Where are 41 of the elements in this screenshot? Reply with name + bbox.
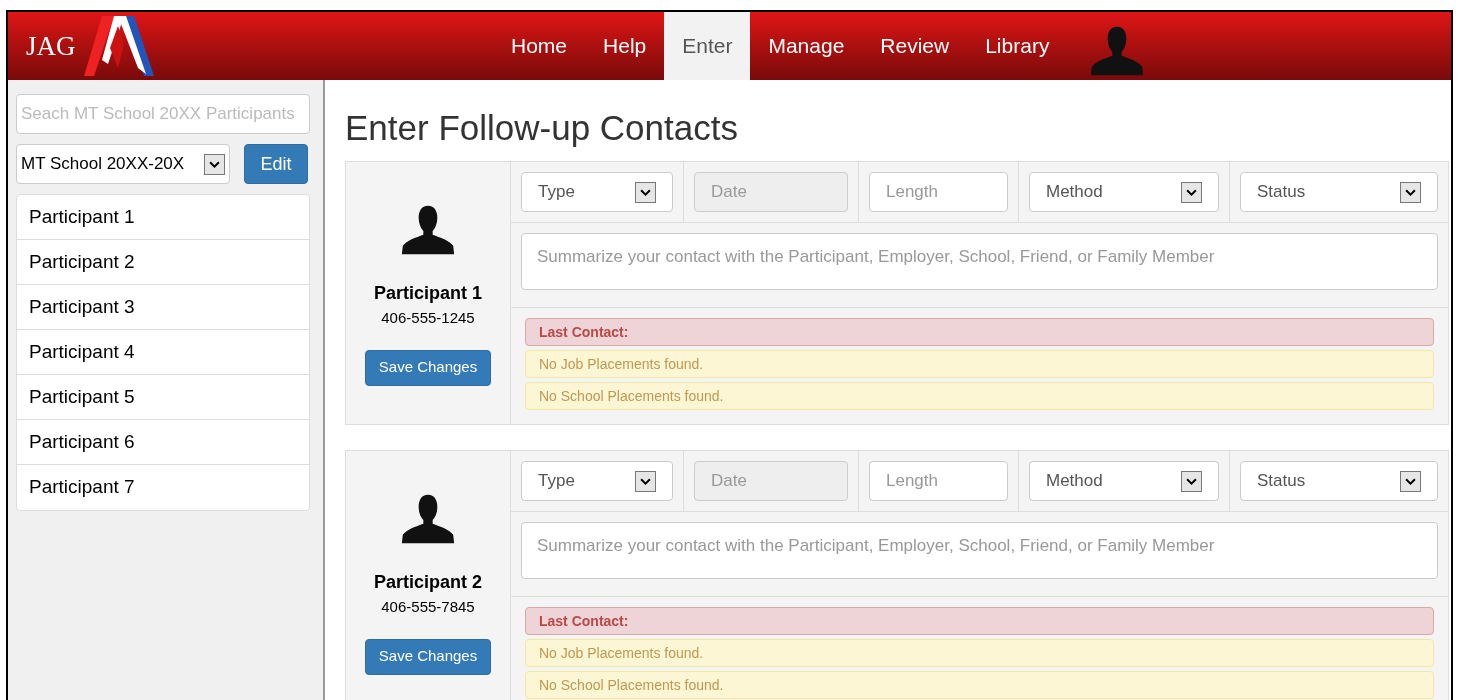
dropdown-field[interactable]: Type — [521, 461, 673, 501]
participant-list-item[interactable]: Participant 5 — [17, 375, 309, 420]
nav-tab[interactable]: Library — [967, 12, 1068, 80]
summary-field[interactable]: Summarize your contact with the Participant, Employer, School, Friend, or Family Member — [521, 233, 1438, 290]
participant-list-item[interactable]: Participant 4 — [17, 330, 309, 375]
nav-tab[interactable]: Help — [585, 12, 665, 80]
phone-number: 406-555-1245 — [381, 308, 475, 328]
participant-list-item[interactable]: Participant 1 — [17, 195, 309, 240]
dropdown-field[interactable]: Status — [1240, 461, 1438, 501]
save-changes-button[interactable]: Save Changes — [364, 349, 492, 386]
phone-number: 406-555-7845 — [381, 597, 475, 617]
nav-tab[interactable]: Manage — [750, 12, 863, 80]
participant-name: Participant 1 — [373, 282, 482, 305]
alert-message: Last Contact: — [525, 318, 1434, 346]
alert-message: No School Placements found. — [525, 382, 1434, 410]
nav-tab[interactable]: Enter — [664, 12, 751, 80]
logo-text: JAG — [26, 29, 76, 63]
alert-message: No School Placements found. — [525, 671, 1434, 699]
nav-tab[interactable]: Home — [493, 12, 586, 80]
nav-tab[interactable]: Review — [862, 12, 968, 80]
input-field[interactable]: Length — [869, 461, 1008, 501]
ribbon-logo-icon — [83, 14, 154, 78]
dropdown-field[interactable]: Method — [1029, 172, 1219, 212]
page-title: Enter Follow-up Contacts — [345, 110, 739, 145]
dropdown-field[interactable]: Type — [521, 172, 673, 212]
save-changes-button[interactable]: Save Changes — [364, 638, 492, 675]
dropdown-field[interactable]: Method — [1029, 461, 1219, 501]
participant-name: Participant 2 — [373, 571, 482, 594]
alert-message: Last Contact: — [525, 607, 1434, 635]
school-dropdown[interactable]: MT School 20XX-20X — [16, 144, 230, 184]
search-field[interactable]: Seach MT School 20XX Participants — [16, 94, 310, 134]
dropdown-field[interactable]: Status — [1240, 172, 1438, 212]
edit-button[interactable]: Edit — [244, 144, 308, 184]
input-field[interactable]: Length — [869, 172, 1008, 212]
participant-list-item[interactable]: Participant 6 — [17, 420, 309, 465]
alert-message: No Job Placements found. — [525, 350, 1434, 378]
summary-field[interactable]: Summarize your contact with the Participant, Employer, School, Friend, or Family Member — [521, 522, 1438, 579]
participant-list-item[interactable]: Participant 7 — [17, 465, 309, 510]
alert-message: No Job Placements found. — [525, 639, 1434, 667]
participant-list-item[interactable]: Participant 3 — [17, 285, 309, 330]
participant-list-item[interactable]: Participant 2 — [17, 240, 309, 285]
